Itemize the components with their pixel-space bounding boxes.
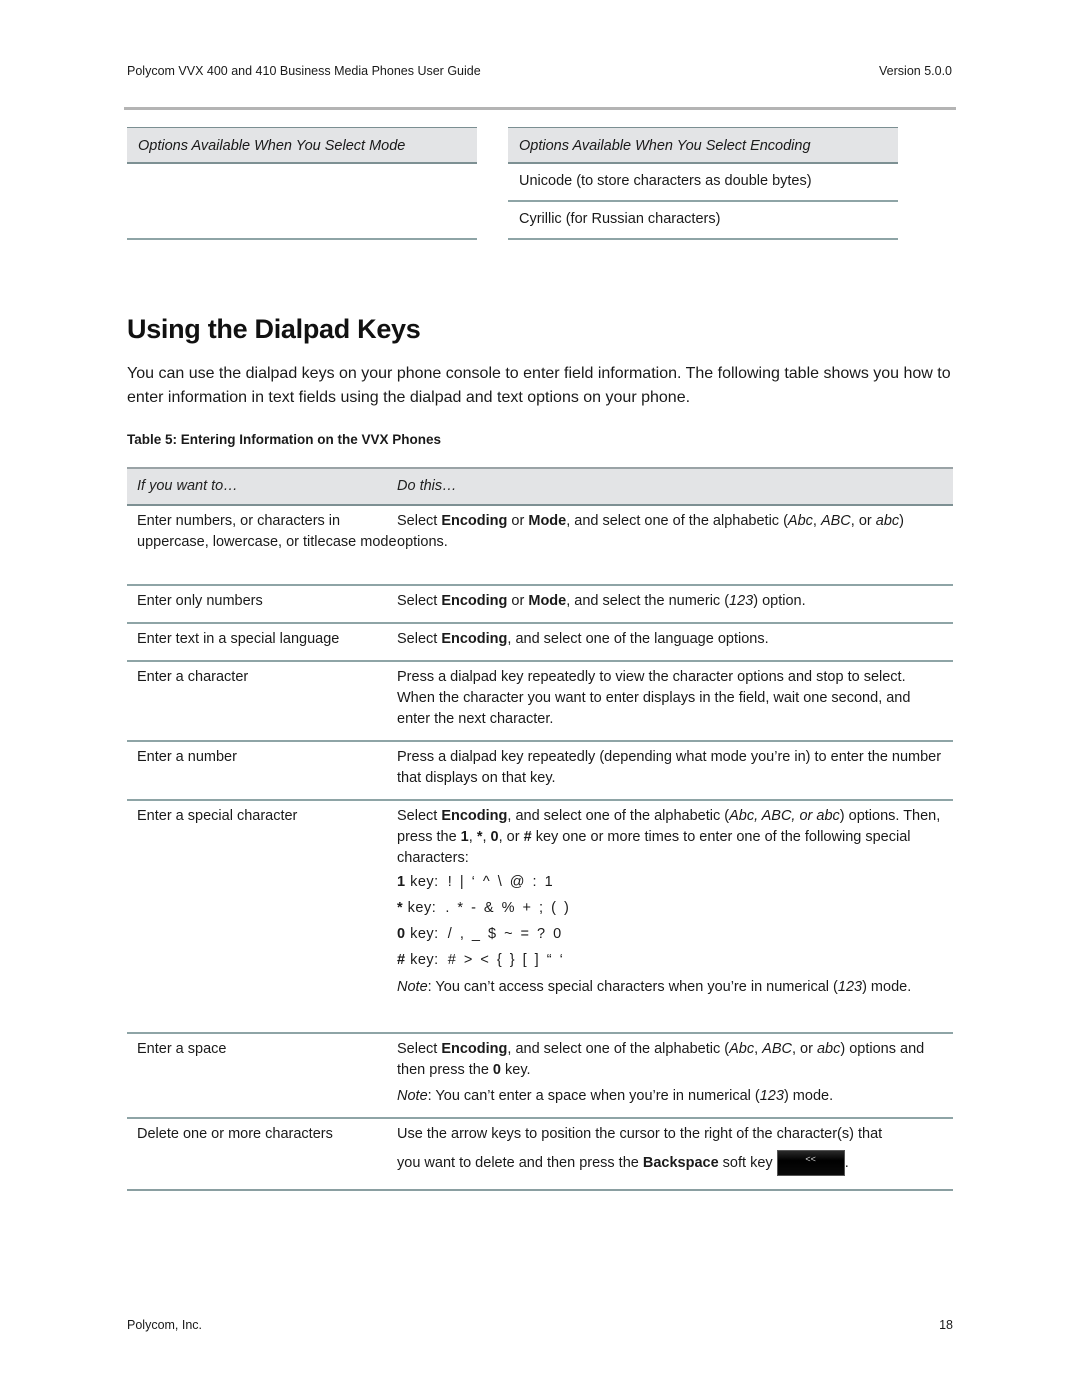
table-row: Enter a special character Select Encodin… xyxy=(127,801,953,1034)
mode-options-table: Options Available When You Select Mode xyxy=(127,127,477,240)
section-title: Using the Dialpad Keys xyxy=(127,314,421,344)
key-star-characters: * key: . * - & % + ; ( ) xyxy=(397,900,570,916)
row-do: Select Encoding or Mode, and select the … xyxy=(397,593,806,609)
running-header-title: Polycom VVX 400 and 410 Business Media P… xyxy=(127,64,481,78)
section-intro: You can use the dialpad keys on your pho… xyxy=(127,365,951,406)
dialpad-table: If you want to… Do this… Enter numbers, … xyxy=(127,467,953,1191)
encoding-options-heading: Options Available When You Select Encodi… xyxy=(508,127,898,164)
table-caption: Table 5: Entering Information on the VVX… xyxy=(127,432,442,447)
row-want: Enter a character xyxy=(137,669,249,685)
row-want: Enter a space xyxy=(137,1041,227,1057)
mode-options-empty-cell xyxy=(127,164,477,240)
footer-company: Polycom, Inc. xyxy=(127,1318,203,1332)
mode-options-heading: Options Available When You Select Mode xyxy=(127,127,477,164)
row-want: Enter numbers, or characters in uppercas… xyxy=(137,513,397,550)
row-do: Press a dialpad key repeatedly (dependin… xyxy=(397,749,942,786)
row-do: Press a dialpad key repeatedly to view t… xyxy=(397,669,911,727)
running-header-version: Version 5.0.0 xyxy=(879,64,952,78)
column-header-want: If you want to… xyxy=(137,478,238,494)
table-row: Enter a character Press a dialpad key re… xyxy=(127,662,953,742)
row-do: Use the arrow keys to position the curso… xyxy=(397,1119,953,1189)
row-want: Enter only numbers xyxy=(137,593,263,609)
row-do: Select Encoding, and select one of the a… xyxy=(397,801,953,1032)
header-divider xyxy=(124,107,956,110)
row-want: Delete one or more characters xyxy=(137,1126,333,1142)
encoding-option: Cyrillic (for Russian characters) xyxy=(508,202,898,240)
page-number: 18 xyxy=(939,1318,953,1332)
table-row: Enter a space Select Encoding, and selec… xyxy=(127,1034,953,1119)
key-0-characters: 0 key: / , _ $ ~ = ? 0 xyxy=(397,926,562,942)
row-do: Select Encoding, and select one of the a… xyxy=(397,1041,925,1104)
encoding-options-table: Options Available When You Select Encodi… xyxy=(508,127,898,240)
table-row: Enter a number Press a dialpad key repea… xyxy=(127,742,953,801)
key-hash-characters: # key: # > < { } [ ] “ ‘ xyxy=(397,952,564,968)
encoding-option: Unicode (to store characters as double b… xyxy=(508,164,898,202)
row-want: Enter a number xyxy=(137,749,237,765)
table-row: Enter only numbers Select Encoding or Mo… xyxy=(127,586,953,624)
column-header-do: Do this… xyxy=(397,478,457,494)
row-want: Enter a special character xyxy=(137,808,298,824)
key-1-characters: 1 key: ! | ‘ ^ \ @ : 1 xyxy=(397,874,554,890)
table-row: Delete one or more characters Use the ar… xyxy=(127,1119,953,1191)
table-row: Enter numbers, or characters in uppercas… xyxy=(127,506,953,586)
backspace-softkey-icon: << xyxy=(776,1150,845,1176)
row-want: Enter text in a special language xyxy=(137,631,340,647)
table-header-row: If you want to… Do this… xyxy=(127,467,953,506)
table-row: Enter text in a special language Select … xyxy=(127,624,953,662)
row-do: Select Encoding, and select one of the l… xyxy=(397,631,769,647)
row-do: Select Encoding or Mode, and select one … xyxy=(397,513,905,550)
